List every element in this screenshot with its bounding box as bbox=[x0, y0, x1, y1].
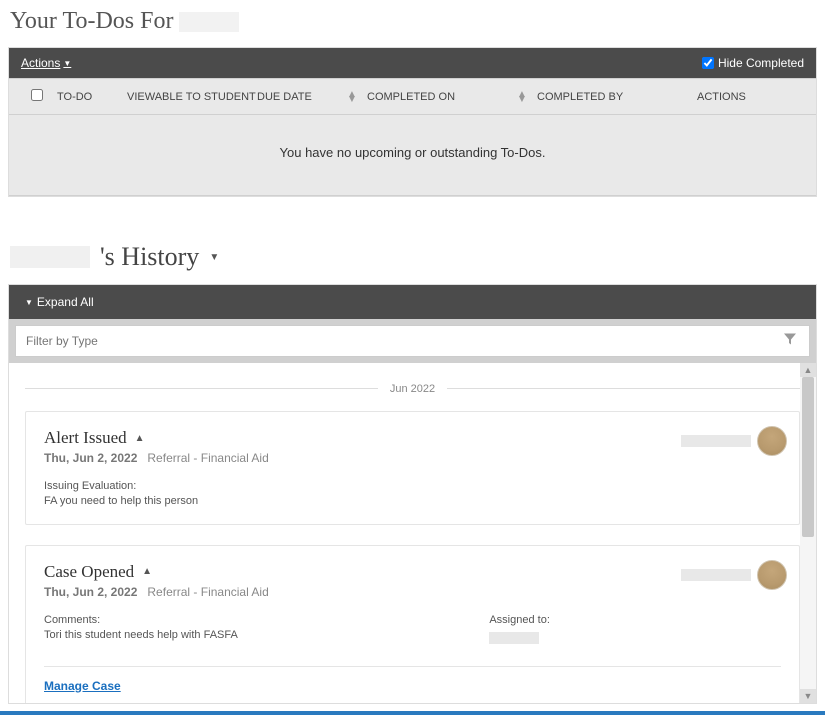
funnel-icon[interactable] bbox=[784, 334, 796, 349]
todos-heading: Your To-Dos For bbox=[0, 0, 825, 47]
avatar-name-redacted bbox=[681, 569, 751, 581]
card-date: Thu, Jun 2, 2022 bbox=[44, 585, 137, 599]
chevron-up-icon: ▲ bbox=[142, 566, 152, 577]
card-title-row[interactable]: Case Opened ▲ bbox=[44, 562, 781, 582]
student-name-redacted bbox=[10, 246, 90, 268]
avatar-icon bbox=[757, 426, 787, 456]
hide-completed-label: Hide Completed bbox=[718, 56, 804, 70]
card-title: Case Opened bbox=[44, 562, 134, 582]
scroll-up-icon[interactable]: ▲ bbox=[800, 363, 816, 377]
card-date: Thu, Jun 2, 2022 bbox=[44, 451, 137, 465]
col-completed-by: COMPLETED BY bbox=[537, 91, 697, 103]
history-card: Case Opened ▲ Thu, Jun 2, 2022 Referral … bbox=[25, 545, 800, 703]
actions-dropdown[interactable]: Actions ▼ bbox=[21, 56, 71, 70]
caret-down-icon: ▼ bbox=[25, 298, 33, 307]
evaluation-label: Issuing Evaluation: bbox=[44, 479, 781, 494]
scroll-down-icon[interactable]: ▼ bbox=[800, 689, 816, 703]
todos-toolbar: Actions ▼ Hide Completed bbox=[9, 48, 816, 78]
col-todo: TO-DO bbox=[57, 91, 127, 103]
chevron-up-icon: ▲ bbox=[135, 433, 145, 444]
assigned-to-value-redacted bbox=[489, 632, 539, 644]
select-all-cell bbox=[17, 89, 57, 104]
sort-icon[interactable]: ▲▼ bbox=[347, 92, 367, 102]
card-body: Issuing Evaluation: FA you need to help … bbox=[44, 479, 781, 510]
student-name-redacted bbox=[179, 12, 239, 32]
month-label: Jun 2022 bbox=[378, 383, 447, 395]
hide-completed-checkbox[interactable] bbox=[702, 57, 714, 69]
todos-title-prefix: Your To-Dos For bbox=[10, 8, 173, 34]
col-actions: ACTIONS bbox=[697, 91, 808, 103]
card-title: Alert Issued bbox=[44, 428, 127, 448]
history-card: Alert Issued ▲ Thu, Jun 2, 2022 Referral… bbox=[25, 411, 800, 525]
assigned-to-label: Assigned to: bbox=[489, 613, 550, 628]
avatar-name-redacted bbox=[681, 435, 751, 447]
scroll-thumb[interactable] bbox=[802, 377, 814, 537]
filter-bar bbox=[9, 319, 816, 363]
todos-empty-message: You have no upcoming or outstanding To-D… bbox=[9, 115, 816, 196]
select-all-checkbox[interactable] bbox=[31, 89, 43, 101]
sort-icon[interactable]: ▲▼ bbox=[517, 92, 537, 102]
todos-panel: Actions ▼ Hide Completed TO-DO VIEWABLE … bbox=[8, 47, 817, 197]
card-subtitle: Thu, Jun 2, 2022 Referral - Financial Ai… bbox=[44, 451, 781, 465]
caret-down-icon: ▼ bbox=[63, 59, 71, 68]
actions-label: Actions bbox=[21, 56, 60, 70]
col-viewable: VIEWABLE TO STUDENT bbox=[127, 91, 257, 103]
history-panel: ▼ Expand All Jun 2022 Alert Issued bbox=[8, 284, 817, 704]
divider bbox=[44, 666, 781, 667]
history-scroll-area[interactable]: Jun 2022 Alert Issued ▲ Thu, Jun 2, 2022… bbox=[9, 363, 816, 703]
scrollbar[interactable]: ▲ ▼ bbox=[800, 363, 816, 703]
avatar-block bbox=[681, 560, 787, 590]
history-title-suffix: 's History bbox=[100, 242, 199, 272]
col-due-date[interactable]: DUE DATE bbox=[257, 91, 347, 103]
manage-case-link[interactable]: Manage Case bbox=[44, 679, 121, 693]
col-completed-on[interactable]: COMPLETED ON bbox=[367, 91, 517, 103]
history-heading[interactable]: 's History ▼ bbox=[0, 197, 825, 284]
evaluation-text: FA you need to help this person bbox=[44, 494, 781, 509]
caret-down-icon: ▼ bbox=[209, 252, 219, 263]
card-body: Comments: Tori this student needs help w… bbox=[44, 613, 781, 650]
card-tag: Referral - Financial Aid bbox=[147, 451, 268, 465]
avatar-block bbox=[681, 426, 787, 456]
bottom-accent-bar bbox=[0, 711, 825, 715]
expand-all-label: Expand All bbox=[37, 295, 94, 309]
comments-label: Comments: bbox=[44, 613, 449, 628]
hide-completed-toggle[interactable]: Hide Completed bbox=[702, 56, 804, 70]
avatar-icon bbox=[757, 560, 787, 590]
month-divider: Jun 2022 bbox=[25, 379, 800, 397]
todos-table-header: TO-DO VIEWABLE TO STUDENT DUE DATE ▲▼ CO… bbox=[9, 78, 816, 115]
card-tag: Referral - Financial Aid bbox=[147, 585, 268, 599]
card-subtitle: Thu, Jun 2, 2022 Referral - Financial Ai… bbox=[44, 585, 781, 599]
expand-all-button[interactable]: ▼ Expand All bbox=[9, 285, 816, 319]
filter-by-type-input[interactable] bbox=[15, 325, 810, 357]
card-title-row[interactable]: Alert Issued ▲ bbox=[44, 428, 781, 448]
comments-text: Tori this student needs help with FASFA bbox=[44, 628, 449, 643]
